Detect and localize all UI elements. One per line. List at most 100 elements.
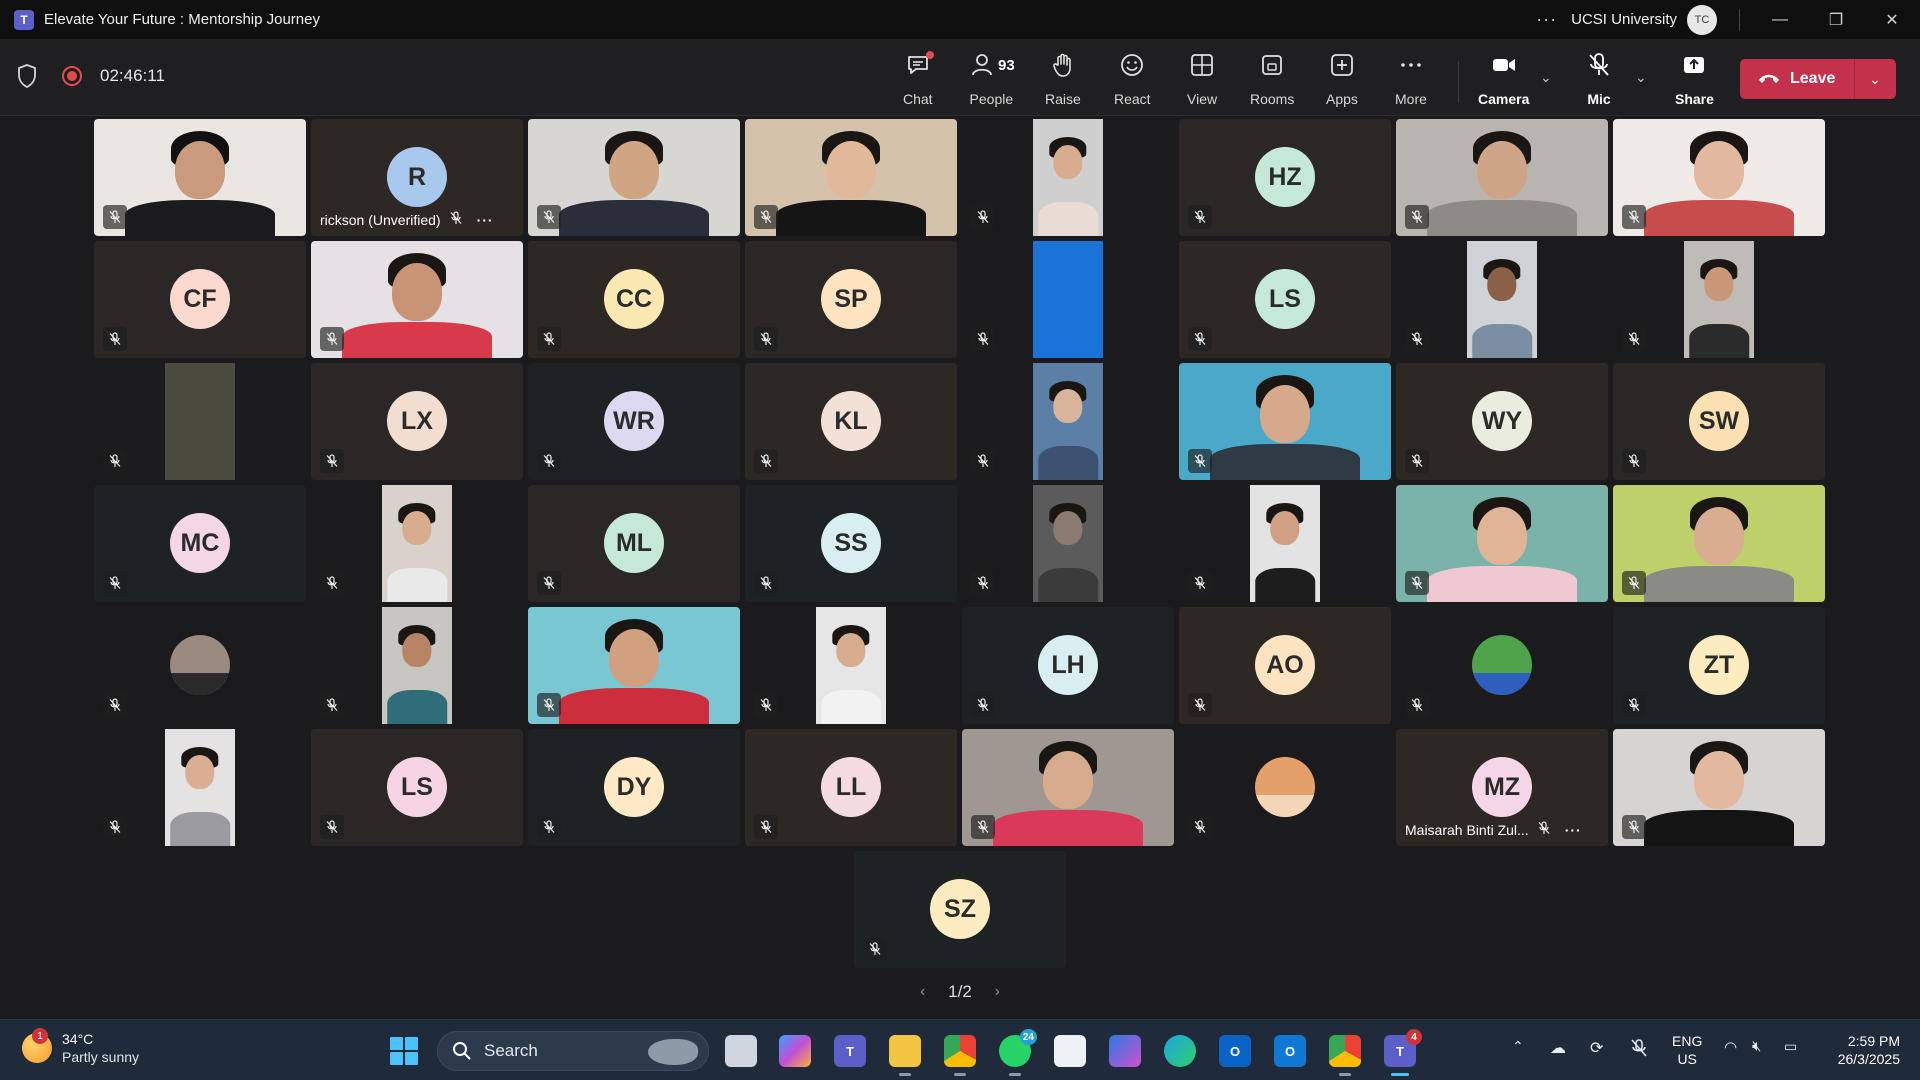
participant-tile[interactable]: HZ: [1179, 119, 1391, 236]
participant-tile[interactable]: [311, 485, 523, 602]
participant-tile[interactable]: [94, 729, 306, 846]
participant-tile[interactable]: DY: [528, 729, 740, 846]
participant-tile[interactable]: [1396, 241, 1608, 358]
participant-tile[interactable]: [94, 607, 306, 724]
participant-tile[interactable]: [1396, 119, 1608, 236]
next-page-icon[interactable]: ›: [995, 983, 1000, 1001]
task-view-icon[interactable]: [725, 1035, 757, 1067]
speaker-muted-icon[interactable]: 🔇︎: [1752, 1038, 1761, 1055]
participant-tile[interactable]: [962, 363, 1174, 480]
prev-page-icon[interactable]: ‹: [920, 983, 925, 1001]
participant-tile[interactable]: [528, 607, 740, 724]
participant-tile[interactable]: [1396, 485, 1608, 602]
rooms-button[interactable]: Rooms: [1250, 51, 1294, 107]
chrome-icon[interactable]: [944, 1035, 976, 1076]
microsoft-365-icon[interactable]: [1109, 1035, 1141, 1067]
participant-tile[interactable]: SS: [745, 485, 957, 602]
file-explorer-icon[interactable]: [889, 1035, 921, 1076]
teams-meeting-icon[interactable]: T 4: [1384, 1029, 1422, 1076]
participant-tile[interactable]: WR: [528, 363, 740, 480]
participant-tile[interactable]: [311, 241, 523, 358]
participant-tile[interactable]: AO: [1179, 607, 1391, 724]
participant-tile[interactable]: SW: [1613, 363, 1825, 480]
participant-tile[interactable]: ZT: [1613, 607, 1825, 724]
outlook-icon[interactable]: O: [1219, 1035, 1251, 1067]
chat-button[interactable]: Chat: [903, 51, 934, 107]
participant-tile[interactable]: [745, 119, 957, 236]
participant-tile[interactable]: [1613, 485, 1825, 602]
camera-options-chevron-icon[interactable]: ⌄: [1540, 69, 1552, 86]
microsoft-store-icon[interactable]: [1054, 1035, 1086, 1067]
maximize-button[interactable]: ❐: [1808, 0, 1864, 39]
participant-tile[interactable]: LS: [311, 729, 523, 846]
onedrive-cloud-icon[interactable]: ☁: [1550, 1038, 1566, 1058]
participant-tile[interactable]: WY: [1396, 363, 1608, 480]
participant-tile[interactable]: [1396, 607, 1608, 724]
participant-tile[interactable]: [1613, 119, 1825, 236]
participant-tile[interactable]: MZ Maisarah Binti Zul... ···: [1396, 729, 1608, 846]
mic-options-chevron-icon[interactable]: ⌄: [1635, 69, 1647, 86]
mic-muted-tray-icon[interactable]: [1630, 1038, 1648, 1061]
participant-tile[interactable]: Rrickson (Unverified) ···: [311, 119, 523, 236]
whatsapp-icon[interactable]: 24: [999, 1029, 1037, 1076]
participant-tile[interactable]: SZ: [854, 851, 1066, 968]
people-button[interactable]: 93 People: [968, 51, 1015, 107]
camera-button[interactable]: Camera: [1478, 51, 1529, 107]
tray-overflow-chevron-icon[interactable]: ⌃: [1512, 1038, 1524, 1055]
edge-icon[interactable]: [1164, 1035, 1196, 1067]
react-button[interactable]: React: [1114, 51, 1151, 107]
wifi-icon[interactable]: ◠: [1724, 1038, 1737, 1056]
participant-tile[interactable]: [1613, 241, 1825, 358]
battery-icon[interactable]: ▭: [1784, 1038, 1797, 1055]
minimize-button[interactable]: —: [1752, 0, 1808, 39]
participant-tile[interactable]: [311, 607, 523, 724]
participant-tile[interactable]: MC: [94, 485, 306, 602]
participant-tile[interactable]: [962, 729, 1174, 846]
participant-tile[interactable]: LL: [745, 729, 957, 846]
participant-tile[interactable]: KL: [745, 363, 957, 480]
participant-tile[interactable]: [1179, 729, 1391, 846]
taskbar-search[interactable]: Search: [437, 1031, 709, 1071]
participant-tile[interactable]: SP: [745, 241, 957, 358]
weather-widget[interactable]: 1 34°C Partly sunny: [22, 1028, 139, 1066]
participant-tile[interactable]: [962, 241, 1174, 358]
user-avatar[interactable]: TC: [1687, 4, 1717, 35]
participant-tile[interactable]: [962, 485, 1174, 602]
participant-more-icon[interactable]: ···: [477, 212, 494, 228]
muted-mic-icon: [1622, 815, 1646, 839]
copilot-icon[interactable]: [779, 1035, 811, 1067]
participant-tile[interactable]: [1179, 485, 1391, 602]
share-button[interactable]: Share: [1675, 51, 1714, 107]
participant-tile[interactable]: ML: [528, 485, 740, 602]
more-button[interactable]: More: [1395, 51, 1427, 107]
input-language[interactable]: ENG US: [1672, 1032, 1702, 1068]
shield-icon[interactable]: [16, 63, 38, 89]
chrome-profile-icon[interactable]: [1329, 1035, 1361, 1076]
more-options-icon[interactable]: ···: [1536, 9, 1557, 30]
teams-chat-icon[interactable]: T: [834, 1035, 866, 1067]
apps-button[interactable]: Apps: [1326, 51, 1358, 107]
participant-tile[interactable]: LH: [962, 607, 1174, 724]
participant-tile[interactable]: LS: [1179, 241, 1391, 358]
raise-hand-button[interactable]: Raise: [1045, 51, 1081, 107]
participant-tile[interactable]: CC: [528, 241, 740, 358]
view-button[interactable]: View: [1187, 51, 1217, 107]
outlook-new-icon[interactable]: O: [1274, 1035, 1306, 1067]
participant-tile[interactable]: [745, 607, 957, 724]
participant-tile[interactable]: [1179, 363, 1391, 480]
participant-tile[interactable]: CF: [94, 241, 306, 358]
participant-tile[interactable]: [962, 119, 1174, 236]
participant-tile[interactable]: [528, 119, 740, 236]
sync-icon[interactable]: ⟳: [1590, 1038, 1603, 1058]
mic-button[interactable]: Mic: [1585, 51, 1613, 107]
participant-tile[interactable]: [1613, 729, 1825, 846]
participant-tile[interactable]: [94, 363, 306, 480]
leave-options-chevron-icon[interactable]: ⌄: [1855, 71, 1895, 88]
leave-button[interactable]: Leave: [1740, 59, 1854, 99]
close-button[interactable]: ✕: [1864, 0, 1920, 39]
participant-more-icon[interactable]: ···: [1565, 822, 1582, 838]
system-clock[interactable]: 2:59 PM 26/3/2025: [1828, 1032, 1900, 1068]
participant-tile[interactable]: [94, 119, 306, 236]
participant-tile[interactable]: LX: [311, 363, 523, 480]
windows-start-icon[interactable]: [390, 1037, 418, 1065]
